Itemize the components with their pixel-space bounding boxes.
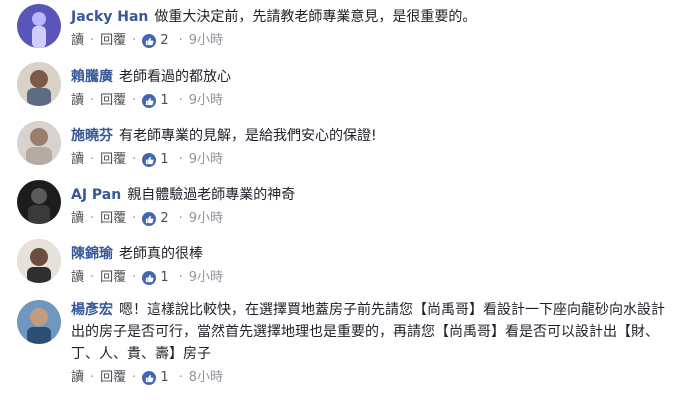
comment-text: 親自體驗過老師專業的神奇 [127, 187, 296, 203]
read-link[interactable]: 讀 [71, 151, 84, 169]
read-link[interactable]: 讀 [71, 92, 84, 110]
avatar[interactable] [17, 121, 61, 165]
comment-time[interactable]: 8小時 [189, 369, 223, 387]
comment-text-block: Jacky Han 做重大決定前，先請教老師專業意見，是很重要的。 [71, 6, 668, 28]
comment-actions: 讀 · 回覆 · 1 · 9小時 [71, 269, 668, 287]
like-count: 2 [160, 211, 169, 226]
separator-dot: · [90, 211, 95, 226]
separator-dot: · [132, 93, 137, 108]
thumbs-up-icon[interactable] [142, 34, 157, 48]
separator-dot: · [132, 33, 137, 48]
separator-dot: · [132, 152, 137, 167]
commenter-name[interactable]: 楊彥宏 [71, 302, 113, 318]
avatar[interactable] [17, 62, 61, 106]
separator-dot: · [90, 370, 95, 385]
separator-dot: · [90, 93, 95, 108]
thumbs-up-icon[interactable] [142, 94, 157, 108]
read-link[interactable]: 讀 [71, 269, 84, 287]
comment-time[interactable]: 9小時 [189, 210, 223, 228]
separator-dot: · [90, 152, 95, 167]
thumbs-up-icon[interactable] [142, 271, 157, 285]
reply-link[interactable]: 回覆 [100, 369, 126, 387]
read-link[interactable]: 讀 [71, 210, 84, 228]
thumbs-up-icon[interactable] [142, 371, 157, 385]
like-count: 2 [160, 33, 169, 48]
thumbs-up-icon[interactable] [142, 212, 157, 226]
like-count: 1 [160, 93, 169, 108]
like-count: 1 [160, 370, 169, 385]
comment-text: 有老師專業的見解，是給我們安心的保證! [119, 128, 377, 144]
comment-actions: 讀 · 回覆 · 2 · 9小時 [71, 210, 668, 228]
comment-actions: 讀 · 回覆 · 1 · 9小時 [71, 151, 668, 169]
like-count: 1 [160, 152, 169, 167]
comment-text-block: 楊彥宏 嗯！這樣說比較快，在選擇買地蓋房子前先請您【尚禹哥】看設計一下座向龍砂向水… [71, 299, 668, 365]
avatar[interactable] [17, 180, 61, 224]
commenter-name[interactable]: Jacky Han [71, 9, 148, 25]
like-count: 1 [160, 270, 169, 285]
comment-text-block: 陳錦瑜 老師真的很棒 [71, 243, 668, 265]
comment-actions: 讀 · 回覆 · 2 · 9小時 [71, 32, 668, 50]
comment-text: 老師看過的都放心 [119, 69, 231, 85]
reply-link[interactable]: 回覆 [100, 151, 126, 169]
commenter-name[interactable]: 施曉芬 [71, 128, 113, 144]
read-link[interactable]: 讀 [71, 32, 84, 50]
commenter-name[interactable]: AJ Pan [71, 187, 121, 203]
separator-dot: · [132, 211, 137, 226]
comment-text: 做重大決定前，先請教老師專業意見，是很重要的。 [154, 9, 477, 25]
read-link[interactable]: 讀 [71, 369, 84, 387]
comment-text-block: AJ Pan 親自體驗過老師專業的神奇 [71, 184, 668, 206]
separator-dot: · [178, 370, 183, 385]
separator-dot: · [178, 270, 183, 285]
comment-text: 老師真的很棒 [119, 246, 203, 262]
separator-dot: · [90, 33, 95, 48]
separator-dot: · [132, 270, 137, 285]
comment-actions: 讀 · 回覆 · 1 · 8小時 [71, 369, 668, 387]
comment-time[interactable]: 9小時 [189, 32, 223, 50]
reply-link[interactable]: 回覆 [100, 92, 126, 110]
separator-dot: · [178, 93, 183, 108]
comment-text-block: 施曉芬 有老師專業的見解，是給我們安心的保證! [71, 125, 668, 147]
separator-dot: · [178, 33, 183, 48]
separator-dot: · [90, 270, 95, 285]
comment-actions: 讀 · 回覆 · 1 · 9小時 [71, 92, 668, 110]
separator-dot: · [178, 211, 183, 226]
separator-dot: · [132, 370, 137, 385]
reply-link[interactable]: 回覆 [100, 210, 126, 228]
avatar[interactable] [17, 239, 61, 283]
comment-time[interactable]: 9小時 [189, 151, 223, 169]
commenter-name[interactable]: 陳錦瑜 [71, 246, 113, 262]
comment-time[interactable]: 9小時 [189, 269, 223, 287]
avatar[interactable] [17, 300, 61, 344]
avatar[interactable] [17, 4, 61, 48]
thumbs-up-icon[interactable] [142, 153, 157, 167]
comment-text: 嗯！這樣說比較快，在選擇買地蓋房子前先請您【尚禹哥】看設計一下座向龍砂向水設計出… [71, 302, 665, 362]
separator-dot: · [178, 152, 183, 167]
comment-time[interactable]: 9小時 [189, 92, 223, 110]
comment-text-block: 賴騰廣 老師看過的都放心 [71, 66, 668, 88]
commenter-name[interactable]: 賴騰廣 [71, 69, 113, 85]
reply-link[interactable]: 回覆 [100, 32, 126, 50]
reply-link[interactable]: 回覆 [100, 269, 126, 287]
